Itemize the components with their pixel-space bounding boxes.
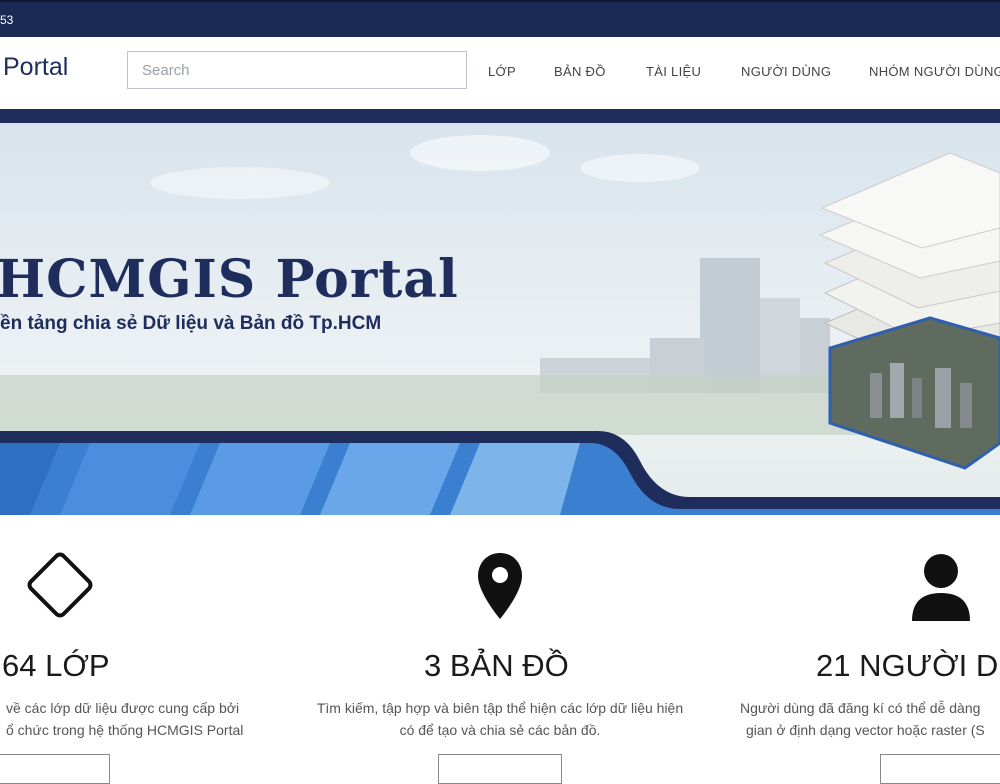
layers-count: 64 LỚP [2,648,110,683]
search-input[interactable] [127,51,467,89]
maps-count: 3 BẢN ĐỒ [424,648,569,683]
nav-item-lop[interactable]: LỚP [488,64,516,79]
top-bar-number: 53 [0,13,14,27]
hero-title: HCMGIS Portal [0,249,459,310]
maps-description-line1: Tìm kiếm, tập hợp và biên tập thể hiện c… [316,700,684,716]
nav-item-nhom-nguoi-dung[interactable]: NHÓM NGƯỜI DÙNG [869,64,1000,79]
layers-description-line2: ổ chức trong hệ thống HCMGIS Portal [6,722,244,738]
maps-button[interactable] [438,754,562,784]
hero-banner: HCMGIS Portal ền tảng chia sẻ Dữ liệu và… [0,123,1000,515]
users-count: 21 NGƯỜI D [816,648,999,683]
top-bar: 53 [0,0,1000,37]
nav-item-tai-lieu[interactable]: TÀI LIỆU [646,64,701,79]
users-description-line2: gian ở định dạng vector hoặc raster (S [746,722,985,738]
users-button[interactable] [880,754,1000,784]
layers-button[interactable] [0,754,110,784]
header-divider-band [0,109,1000,123]
brand-logo-text[interactable]: Portal [3,53,68,82]
features-section: 64 LỚP về các lớp dữ liệu được cung cấp … [0,515,1000,784]
users-description-line1: Người dùng đã đăng kí có thể dễ dàng [740,700,981,716]
header: Portal LỚP BẢN ĐỒ TÀI LIỆU NGƯỜI DÙNG NH… [0,37,1000,109]
user-icon [912,554,970,621]
map-pin-icon [478,553,522,619]
layers-description-line1: về các lớp dữ liệu được cung cấp bởi [6,700,240,716]
nav-item-nguoi-dung[interactable]: NGƯỜI DÙNG [741,64,831,79]
maps-description-line2: có để tạo và chia sẻ các bản đồ. [399,722,601,738]
nav-item-ban-do[interactable]: BẢN ĐỒ [554,64,606,79]
hero-subtitle: ền tảng chia sẻ Dữ liệu và Bản đồ Tp.HCM [0,313,382,334]
layers-diamond-icon [27,552,93,618]
